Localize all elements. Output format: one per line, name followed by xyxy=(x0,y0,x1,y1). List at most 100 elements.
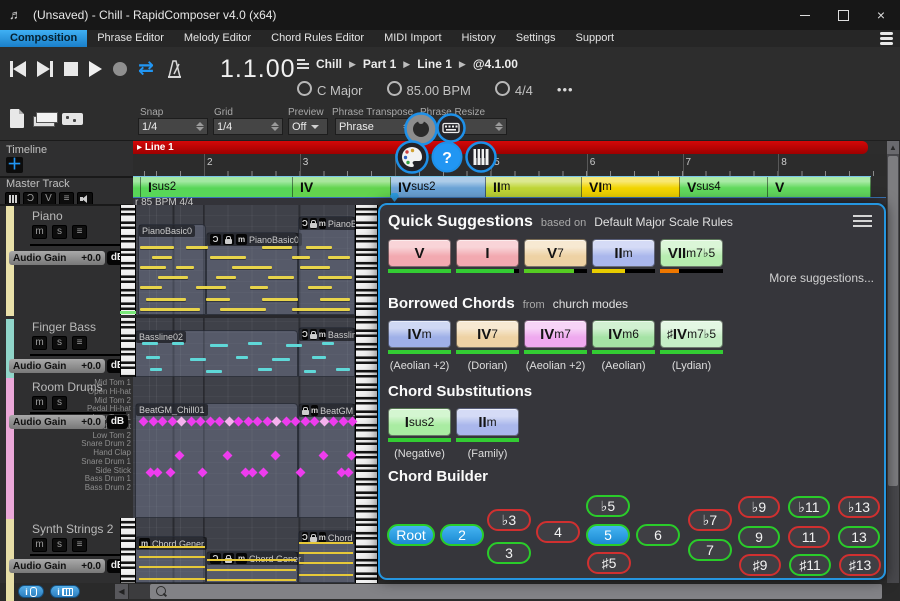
mute-button[interactable]: m xyxy=(32,396,47,410)
chord-segment-isus2[interactable]: Isus2 xyxy=(141,177,293,197)
builder-7[interactable]: ♭7 xyxy=(688,509,732,531)
menu-item-composition[interactable]: Composition xyxy=(0,30,87,47)
record-button[interactable] xyxy=(113,58,127,80)
breadcrumb-chill[interactable]: Chill xyxy=(316,57,342,71)
breadcrumb-4-1-00[interactable]: @4.1.00 xyxy=(473,57,518,71)
audio-gain-slider[interactable]: Audio Gain+0.0 xyxy=(9,251,105,265)
meter-selector[interactable]: 4/4 xyxy=(495,81,533,98)
chord-chip-viim7-5[interactable]: VIIm7♭5 xyxy=(660,239,723,273)
chord-chip-iv7[interactable]: IV7 xyxy=(456,320,519,354)
builder-4[interactable]: 4 xyxy=(536,521,580,543)
mouse-hints-button[interactable]: i xyxy=(18,585,44,598)
phrase-stack-icon[interactable] xyxy=(33,112,56,125)
builder-13[interactable]: ♭13 xyxy=(838,496,880,518)
menu-item-chord-rules-editor[interactable]: Chord Rules Editor xyxy=(261,30,374,47)
builder-5[interactable]: ♭5 xyxy=(586,495,630,517)
lock-icon[interactable] xyxy=(310,218,317,229)
builder-9[interactable]: 9 xyxy=(738,526,780,548)
snap-select[interactable]: 1/4 xyxy=(138,118,208,135)
menu-item-support[interactable]: Support xyxy=(566,30,625,47)
chord-chip-iim[interactable]: IIm xyxy=(592,239,655,273)
stop-button[interactable] xyxy=(64,58,78,80)
chord-chip-v[interactable]: V xyxy=(388,239,451,273)
chord-segment-iim[interactable]: IIm xyxy=(486,177,582,197)
close-button[interactable]: × xyxy=(862,0,900,30)
chord-segment-vsus4[interactable]: Vsus4 xyxy=(680,177,768,197)
chord-chip-isus2[interactable]: Isus2 xyxy=(388,408,451,442)
skip-to-end-button[interactable] xyxy=(37,58,53,80)
menu-item-phrase-editor[interactable]: Phrase Editor xyxy=(87,30,174,47)
phrase-label[interactable]: mChord Gener xyxy=(136,537,207,550)
builder-13[interactable]: 13 xyxy=(838,526,880,548)
menu-item-settings[interactable]: Settings xyxy=(506,30,566,47)
chord-chip-iim[interactable]: IIm xyxy=(456,408,519,442)
minimize-button[interactable] xyxy=(786,0,824,30)
builder-11[interactable]: 11 xyxy=(788,526,830,548)
loop-button[interactable]: ⇄ xyxy=(138,58,154,80)
more-suggestions-link[interactable]: More suggestions... xyxy=(769,271,874,285)
builder-3[interactable]: 3 xyxy=(487,542,531,564)
loop-icon[interactable]: Ɔ xyxy=(302,218,308,229)
chord-segment-ivsus2[interactable]: IVsus2 xyxy=(391,177,486,197)
lock-icon[interactable] xyxy=(310,329,317,340)
solo-button[interactable]: s xyxy=(52,336,67,350)
more-options-button[interactable]: ••• xyxy=(557,82,574,97)
preview-select[interactable]: Off xyxy=(288,118,328,135)
builder-13[interactable]: ♯13 xyxy=(839,554,881,576)
metronome-icon[interactable] xyxy=(165,58,183,80)
loop-icon[interactable]: Ɔ xyxy=(210,234,221,245)
chord-segment-x7[interactable]: 7 xyxy=(133,177,141,197)
menu-item-melody-editor[interactable]: Melody Editor xyxy=(174,30,261,47)
chord-segment-vim[interactable]: VIm xyxy=(582,177,680,197)
chord-chip-ivm7[interactable]: IVm7 xyxy=(524,320,587,354)
borrowed-source-value[interactable]: church modes xyxy=(553,297,628,311)
solo-button[interactable]: s xyxy=(52,538,67,552)
audio-gain-slider[interactable]: Audio Gain+0.0 xyxy=(9,359,105,373)
builder-11[interactable]: ♭11 xyxy=(788,496,830,518)
m-icon[interactable]: m xyxy=(236,234,247,245)
mute-button[interactable]: m xyxy=(32,336,47,350)
phrase-label[interactable]: mBeatGM_Ch xyxy=(299,404,360,417)
layers-menu-icon[interactable] xyxy=(880,30,893,47)
phrase-block[interactable] xyxy=(138,224,206,315)
m-icon[interactable]: m xyxy=(311,405,318,416)
palette-button[interactable] xyxy=(395,140,429,179)
play-button[interactable] xyxy=(89,58,102,80)
help-button[interactable]: ? xyxy=(431,141,463,178)
track-menu-button[interactable]: ≡ xyxy=(72,538,87,552)
builder-6[interactable]: 6 xyxy=(636,524,680,546)
loop-icon[interactable]: Ɔ xyxy=(302,329,308,340)
menu-item-midi-import[interactable]: MIDI Import xyxy=(374,30,451,47)
grid-select[interactable]: 1/4 xyxy=(213,118,283,135)
builder-5[interactable]: ♯5 xyxy=(587,552,631,574)
keyboard-hints-button[interactable]: i xyxy=(50,585,80,598)
chord-segment-iv[interactable]: IV xyxy=(293,177,391,197)
chord-chip-i[interactable]: I xyxy=(456,239,519,273)
phrase-label[interactable]: ƆmBassline0 xyxy=(299,328,360,341)
skip-to-start-button[interactable] xyxy=(10,58,26,80)
key-selector[interactable]: C Major xyxy=(297,81,363,98)
phrase-browser-icon[interactable] xyxy=(62,113,83,125)
add-timeline-button[interactable]: ＋ xyxy=(6,157,23,173)
chord-chip-ivm6[interactable]: IVm6 xyxy=(592,320,655,354)
phrase-label[interactable]: BeatGM_Chill01 xyxy=(136,404,208,416)
builder-11[interactable]: ♯11 xyxy=(789,554,831,576)
mute-button[interactable]: m xyxy=(32,538,47,552)
phrase-transpose-select[interactable]: Phrase xyxy=(335,118,415,135)
builder-9[interactable]: ♭9 xyxy=(738,496,780,518)
scroll-up-icon[interactable]: ▲ xyxy=(887,141,899,154)
phrase-label[interactable]: ƆmPianoBasic0 xyxy=(299,217,360,230)
horizontal-scrollbar[interactable] xyxy=(129,584,882,599)
mute-button[interactable]: m xyxy=(32,225,47,239)
timeline-ruler[interactable]: 2345678 xyxy=(133,154,886,176)
line-bar[interactable]: ▸ Line 1 xyxy=(133,141,868,154)
new-phrase-icon[interactable] xyxy=(10,109,24,128)
chord-segment-v[interactable]: V xyxy=(768,177,871,197)
track-menu-button[interactable]: ≡ xyxy=(72,225,87,239)
builder-5[interactable]: 5 xyxy=(586,524,630,546)
bpm-selector[interactable]: 85.00 BPM xyxy=(387,81,471,98)
scale-rules-value[interactable]: Default Major Scale Rules xyxy=(594,215,733,229)
piano-view-button[interactable] xyxy=(465,141,497,178)
solo-button[interactable]: s xyxy=(52,396,67,410)
horizontal-scroll-thumb[interactable] xyxy=(150,584,882,599)
